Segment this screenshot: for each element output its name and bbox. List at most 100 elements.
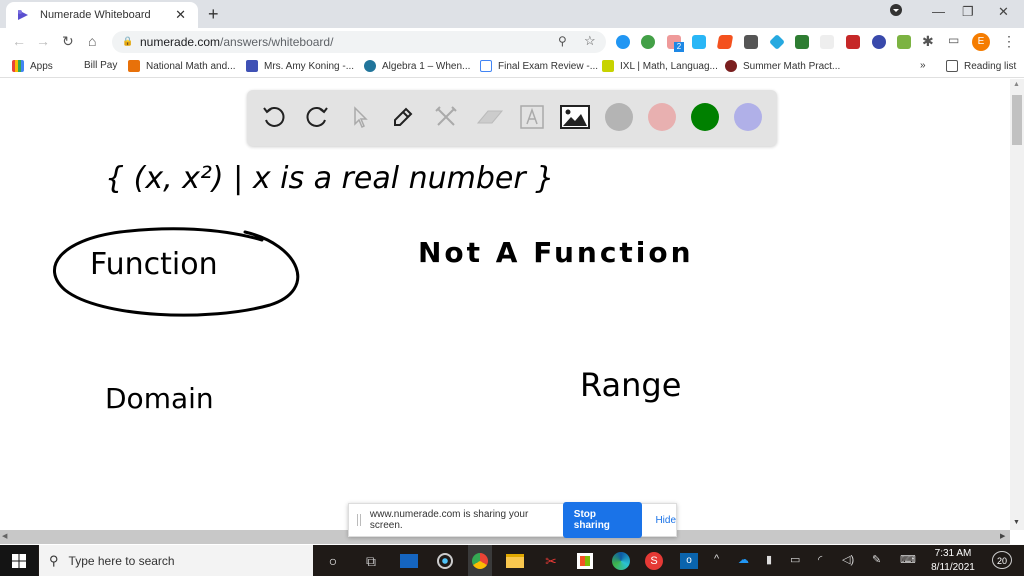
minimize-button[interactable]: — <box>932 4 945 19</box>
cast-icon[interactable]: ▭ <box>948 33 959 47</box>
extension-scale-icon[interactable] <box>820 35 834 49</box>
bookmarks-overflow-button[interactable]: » <box>920 60 926 71</box>
back-icon[interactable]: ← <box>12 33 26 49</box>
extension-cloud-icon[interactable] <box>692 35 706 49</box>
store-icon[interactable] <box>574 550 596 572</box>
screen-share-banner: www.numerade.com is sharing your screen.… <box>348 502 677 538</box>
wifi-icon[interactable]: ◜ <box>818 553 822 566</box>
hide-button[interactable]: Hide <box>655 515 676 526</box>
scroll-up-icon[interactable]: ▲ <box>1013 81 1020 88</box>
color-swatch-lavender[interactable] <box>734 103 762 131</box>
extension-pdf-icon[interactable] <box>846 35 860 49</box>
volume-icon[interactable]: ◁) <box>842 553 854 566</box>
pen-tool-button[interactable] <box>388 102 418 132</box>
eraser-tool-button[interactable] <box>474 102 504 132</box>
extension-cast-icon[interactable] <box>795 35 809 49</box>
bookmark-algebra-1[interactable]: Algebra 1 – When... <box>364 60 470 72</box>
clock-date: 8/11/2021 <box>931 562 975 573</box>
forward-icon[interactable]: → <box>36 33 50 49</box>
scroll-left-icon[interactable]: ◀ <box>2 532 7 540</box>
handwritten-function: Function <box>90 247 218 282</box>
pencil-icon <box>394 107 413 126</box>
extension-diamond-icon[interactable] <box>769 34 785 50</box>
extension-print-icon[interactable] <box>744 35 758 49</box>
bookmark-bill-pay[interactable]: Bill Pay <box>84 60 117 71</box>
touch-keyboard-icon[interactable]: ⌨ <box>900 553 916 566</box>
onedrive-icon[interactable]: ☁ <box>738 553 749 566</box>
extension-face-icon[interactable] <box>897 35 911 49</box>
scroll-right-icon[interactable]: ▶ <box>1000 532 1005 540</box>
color-swatch-green[interactable] <box>691 103 719 131</box>
extensions-puzzle-icon[interactable]: ✱ <box>922 33 934 50</box>
extension-bookmark-icon[interactable] <box>716 35 734 49</box>
wordpress-icon <box>364 60 376 72</box>
color-swatch-pink[interactable] <box>648 103 676 131</box>
vertical-scroll-thumb[interactable] <box>1012 95 1022 145</box>
windows-logo-icon <box>12 553 26 568</box>
bookmark-national-math[interactable]: National Math and... <box>128 60 236 72</box>
file-explorer-icon[interactable] <box>504 550 526 572</box>
close-window-button[interactable]: ✕ <box>998 4 1009 20</box>
undo-button[interactable] <box>259 102 289 132</box>
notification-center-button[interactable]: 20 <box>992 551 1012 569</box>
address-bar[interactable]: 🔒 numerade.com/answers/whiteboard/ ⚲ ☆ <box>112 31 606 53</box>
edge-icon[interactable] <box>610 550 632 572</box>
cortana-icon[interactable]: ○ <box>322 550 344 572</box>
extension-plus-icon[interactable] <box>641 35 655 49</box>
pen-workspace-icon[interactable]: ✎ <box>872 553 881 566</box>
redo-button[interactable] <box>302 102 332 132</box>
extension-share-icon[interactable]: 2 <box>667 35 684 52</box>
stop-sharing-button[interactable]: Stop sharing <box>562 502 643 538</box>
select-tool-button[interactable] <box>345 102 375 132</box>
tab-close-icon[interactable]: ✕ <box>175 7 186 23</box>
bookmarks-bar: Apps Bill Pay National Math and... Mrs. … <box>0 56 1024 78</box>
microphone-icon[interactable]: ▮ <box>766 553 772 566</box>
extension-compass-icon[interactable] <box>616 35 630 49</box>
text-icon <box>520 105 544 129</box>
start-button[interactable] <box>0 545 38 576</box>
drag-handle[interactable] <box>357 514 361 526</box>
chrome-taskbar-icon[interactable] <box>468 545 492 576</box>
bookmark-star-icon[interactable]: ☆ <box>584 33 596 49</box>
task-view-icon[interactable]: ⧉ <box>360 550 382 572</box>
ixl-icon <box>602 60 614 72</box>
profile-menu-icon[interactable] <box>890 4 902 19</box>
cursor-icon <box>354 106 368 129</box>
text-tool-button[interactable] <box>517 102 547 132</box>
taskbar-search[interactable]: ⚲ Type here to search <box>39 545 313 576</box>
bookmark-mrs-amy-koning[interactable]: Mrs. Amy Koning -... <box>246 60 354 72</box>
bookmark-summer-math[interactable]: Summer Math Pract... <box>725 60 840 72</box>
whiteboard-app-icon[interactable] <box>398 550 420 572</box>
reading-list-button[interactable]: Reading list <box>946 60 1016 72</box>
restore-button[interactable]: ❐ <box>962 4 974 20</box>
scroll-down-icon[interactable]: ▼ <box>1013 519 1020 526</box>
clock[interactable]: 7:31 AM 8/11/2021 <box>922 547 984 575</box>
new-tab-button[interactable]: + <box>208 4 219 25</box>
apps-grid-icon <box>12 60 24 72</box>
handwritten-range: Range <box>580 366 681 404</box>
bookmark-ixl[interactable]: IXL | Math, Languag... <box>602 60 718 72</box>
reload-icon[interactable]: ↻ <box>62 33 74 50</box>
home-icon[interactable]: ⌂ <box>88 33 96 49</box>
show-hidden-icons[interactable]: ^ <box>714 553 719 565</box>
tools-button[interactable] <box>431 102 461 132</box>
lock-icon: 🔒 <box>122 36 134 46</box>
bookmark-apps[interactable]: Apps <box>12 60 53 72</box>
outlook-icon[interactable]: o <box>678 550 700 572</box>
tab-numerade-whiteboard[interactable]: Numerade Whiteboard ✕ <box>6 2 198 28</box>
image-icon <box>560 105 590 129</box>
media-app-icon[interactable] <box>434 550 456 572</box>
bookmark-final-exam-review[interactable]: Final Exam Review -... <box>480 60 598 72</box>
whiteboard-canvas[interactable]: { (x, x²) | x is a real number } Functio… <box>0 79 1010 530</box>
snipping-tool-icon[interactable]: ✂ <box>540 550 562 572</box>
screencast-app-icon[interactable]: S <box>643 550 665 572</box>
battery-icon[interactable]: ▭ <box>790 553 800 566</box>
url-domain: numerade.com <box>140 35 221 49</box>
color-swatch-gray[interactable] <box>605 103 633 131</box>
image-tool-button[interactable] <box>560 102 590 132</box>
profile-avatar[interactable]: E <box>972 33 990 51</box>
zoom-icon[interactable]: ⚲ <box>558 34 567 48</box>
menu-kebab-icon[interactable]: ⋮ <box>1002 33 1016 50</box>
extension-k-icon[interactable] <box>872 35 886 49</box>
vertical-scrollbar[interactable]: ▲ ▼ <box>1010 79 1024 530</box>
